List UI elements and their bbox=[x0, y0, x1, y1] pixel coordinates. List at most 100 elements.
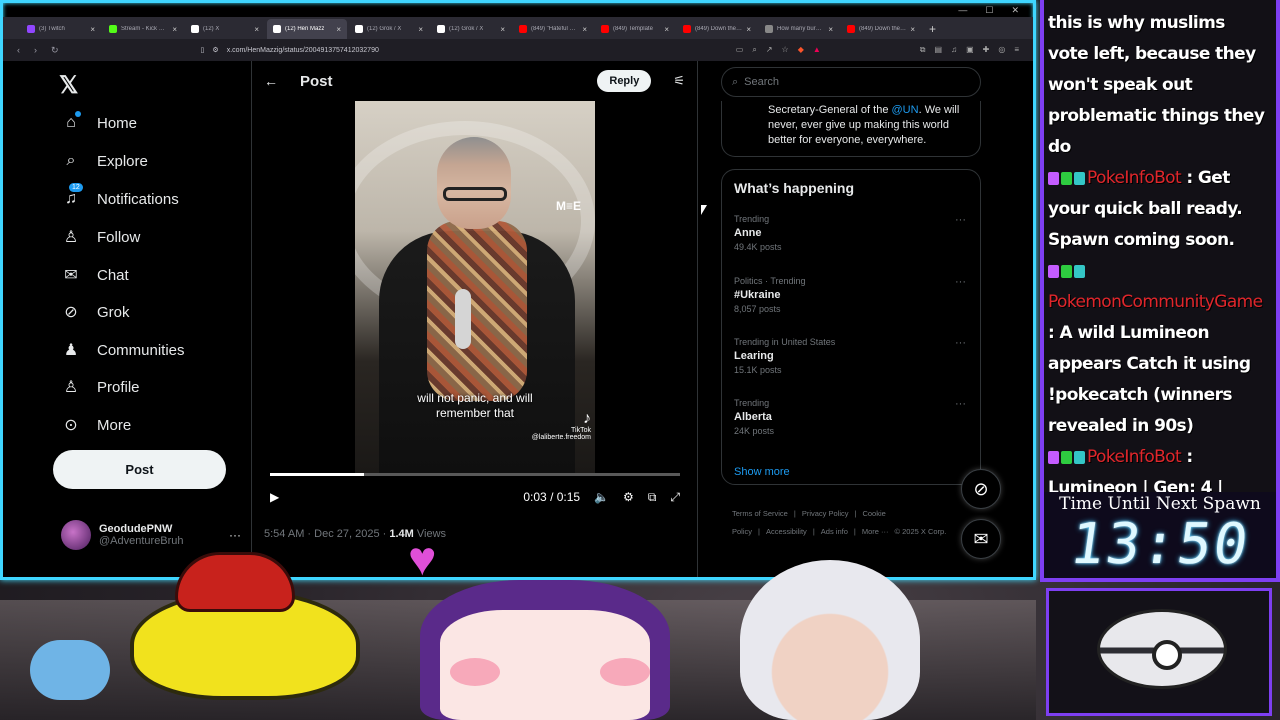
grok-fab-icon[interactable]: ⊘ bbox=[961, 469, 1001, 509]
new-tab-button[interactable]: + bbox=[923, 22, 942, 39]
tab-close-icon[interactable]: × bbox=[172, 25, 177, 34]
tab-close-icon[interactable]: × bbox=[90, 25, 95, 34]
music-icon[interactable]: ♫ bbox=[951, 45, 957, 55]
tab-close-icon[interactable]: × bbox=[828, 25, 833, 34]
tab-close-icon[interactable]: × bbox=[418, 25, 423, 34]
tab-close-icon[interactable]: × bbox=[910, 25, 915, 34]
x-page: 𝕏 ⌂ Home ⌕ Explore ♫ 12 Notifications ♙ F… bbox=[3, 61, 1033, 577]
video-progress-bar[interactable] bbox=[270, 473, 680, 476]
fullscreen-icon[interactable]: ⤢ bbox=[670, 490, 680, 505]
tab-close-icon[interactable]: × bbox=[746, 25, 751, 34]
bookmark-icon[interactable]: ▯ bbox=[201, 46, 205, 54]
trend-more-icon[interactable]: ··· bbox=[955, 398, 966, 410]
extensions-icon[interactable]: ⧉ bbox=[920, 45, 926, 55]
reload-icon[interactable]: ↻ bbox=[51, 45, 59, 56]
minimize-icon[interactable]: — bbox=[958, 5, 967, 16]
tab-label: (12) Grok / X bbox=[367, 26, 402, 32]
pip-icon[interactable]: ⧉ bbox=[648, 490, 657, 505]
footer-links: Terms of Service | Privacy Policy | Cookie P… bbox=[732, 505, 972, 541]
nav-chat[interactable]: ✉ Chat bbox=[61, 263, 128, 287]
close-window-icon[interactable]: ✕ bbox=[1011, 5, 1019, 16]
reply-button[interactable]: Reply bbox=[597, 70, 652, 92]
vpn-icon[interactable]: ◎ bbox=[998, 45, 1005, 55]
nav-home[interactable]: ⌂ Home bbox=[61, 111, 137, 135]
wallet-icon[interactable]: ▣ bbox=[966, 45, 974, 55]
browser-tab[interactable]: (849) Template × bbox=[595, 19, 675, 39]
footer-link[interactable]: Privacy Policy bbox=[802, 509, 849, 518]
avatar bbox=[61, 520, 91, 550]
trend-item[interactable]: Trending Alberta 24K posts ··· bbox=[734, 398, 970, 436]
nav-communities[interactable]: ♟ Communities bbox=[61, 338, 185, 362]
browser-tab[interactable]: How many burger × bbox=[759, 19, 839, 39]
back-arrow-icon[interactable]: ← bbox=[264, 73, 278, 89]
menu-icon[interactable]: ≡ bbox=[1014, 45, 1019, 55]
browser-tab[interactable]: (12) X × bbox=[185, 19, 265, 39]
chat-username[interactable]: PokeInfoBot bbox=[1087, 447, 1182, 467]
trend-more-icon[interactable]: ··· bbox=[955, 214, 966, 226]
trend-more-icon[interactable]: ··· bbox=[955, 276, 966, 288]
post-timestamp[interactable]: 5:54 AM · Dec 27, 2025 · bbox=[264, 528, 389, 540]
settings-icon[interactable]: ⚙ bbox=[623, 490, 634, 504]
tab-close-icon[interactable]: × bbox=[582, 25, 587, 34]
browser-tab[interactable]: (849) "Hateful CLO × bbox=[513, 19, 593, 39]
account-switcher[interactable]: GeodudePNW @AdventureBruh ··· bbox=[61, 519, 241, 551]
footer-link[interactable]: Terms of Service bbox=[732, 509, 788, 518]
browser-tab[interactable]: Stream - Kick Dash × bbox=[103, 19, 183, 39]
sidebar-icon[interactable]: ▤ bbox=[935, 45, 943, 55]
chat-username[interactable]: PokeInfoBot bbox=[1087, 168, 1182, 188]
star-icon[interactable]: ☆ bbox=[782, 45, 789, 55]
tiktok-icon: ♪ bbox=[583, 410, 591, 427]
tab-close-icon[interactable]: × bbox=[500, 25, 505, 34]
footer-link[interactable]: Ads info bbox=[821, 527, 848, 536]
back-icon[interactable]: ‹ bbox=[17, 45, 20, 55]
zoom-icon[interactable]: ⌕ bbox=[752, 45, 756, 55]
browser-tab[interactable]: (12) Hen Mazz × bbox=[267, 19, 347, 39]
screenshot-icon[interactable]: ▭ bbox=[736, 45, 744, 55]
nav-profile[interactable]: ♙ Profile bbox=[61, 375, 140, 399]
post-button[interactable]: Post bbox=[53, 450, 226, 489]
nav-explore[interactable]: ⌕ Explore bbox=[61, 149, 148, 173]
tab-close-icon[interactable]: × bbox=[664, 25, 669, 34]
chat-username[interactable]: PokemonCommunityGame bbox=[1048, 292, 1263, 312]
filter-icon[interactable]: ⚟ bbox=[673, 73, 685, 89]
footer-link[interactable]: © 2025 X Corp. bbox=[895, 527, 947, 536]
volume-icon[interactable]: 🔈 bbox=[594, 490, 609, 504]
maximize-icon[interactable]: ☐ bbox=[985, 5, 993, 16]
heart-icon: ♥ bbox=[408, 533, 437, 586]
tab-label: Stream - Kick Dash bbox=[121, 26, 169, 32]
chat-separator: : bbox=[1181, 168, 1198, 188]
url-text[interactable]: x.com/HenMazzig/status/20049137574120327… bbox=[227, 47, 379, 54]
messages-fab-icon[interactable]: ✉ bbox=[961, 519, 1001, 559]
browser-tab[interactable]: (849) Down the Is × bbox=[677, 19, 757, 39]
tab-close-icon[interactable]: × bbox=[336, 25, 341, 34]
nav-grok[interactable]: ⊘ Grok bbox=[61, 300, 129, 324]
browser-tab[interactable]: (3) Twitch × bbox=[21, 19, 101, 39]
show-more-link[interactable]: Show more bbox=[734, 466, 790, 478]
mention-link[interactable]: @UN bbox=[892, 104, 919, 116]
trend-context: Politics · Trending bbox=[734, 276, 806, 286]
play-icon[interactable]: ▶ bbox=[270, 490, 279, 504]
puzzle-icon[interactable]: ✚ bbox=[983, 45, 990, 55]
trend-item[interactable]: Trending Anne 49.4K posts ··· bbox=[734, 214, 970, 252]
forward-icon[interactable]: › bbox=[34, 45, 37, 55]
browser-tab[interactable]: (12) Grok / X × bbox=[431, 19, 511, 39]
x-logo[interactable]: 𝕏 bbox=[59, 71, 78, 100]
browser-tab[interactable]: (849) Down the Is × bbox=[841, 19, 921, 39]
rewards-icon[interactable]: ▲ bbox=[813, 45, 821, 55]
nav-follow[interactable]: ♙ Follow bbox=[61, 225, 141, 249]
footer-link[interactable]: More ··· bbox=[862, 527, 889, 536]
brave-shield-icon[interactable]: ◆ bbox=[798, 45, 804, 55]
tab-close-icon[interactable]: × bbox=[254, 25, 259, 34]
trend-item[interactable]: Politics · Trending #Ukraine 8,057 posts… bbox=[734, 276, 970, 314]
share-icon[interactable]: ↗ bbox=[766, 45, 773, 55]
nav-notifications[interactable]: ♫ 12 Notifications bbox=[61, 183, 179, 211]
video-player[interactable]: M≡E will not panic, and will remember th… bbox=[355, 101, 595, 473]
trend-item[interactable]: Trending in United States Learing 15.1K … bbox=[734, 337, 970, 375]
trend-more-icon[interactable]: ··· bbox=[955, 337, 966, 349]
account-more-icon[interactable]: ··· bbox=[229, 528, 241, 542]
browser-tab[interactable]: (12) Grok / X × bbox=[349, 19, 429, 39]
search-input[interactable]: ⌕ Search bbox=[721, 67, 981, 97]
footer-link[interactable]: Accessibility bbox=[766, 527, 807, 536]
nav-more[interactable]: ⊙ More bbox=[61, 413, 131, 437]
site-info-icon[interactable]: ⚙ bbox=[212, 46, 218, 54]
